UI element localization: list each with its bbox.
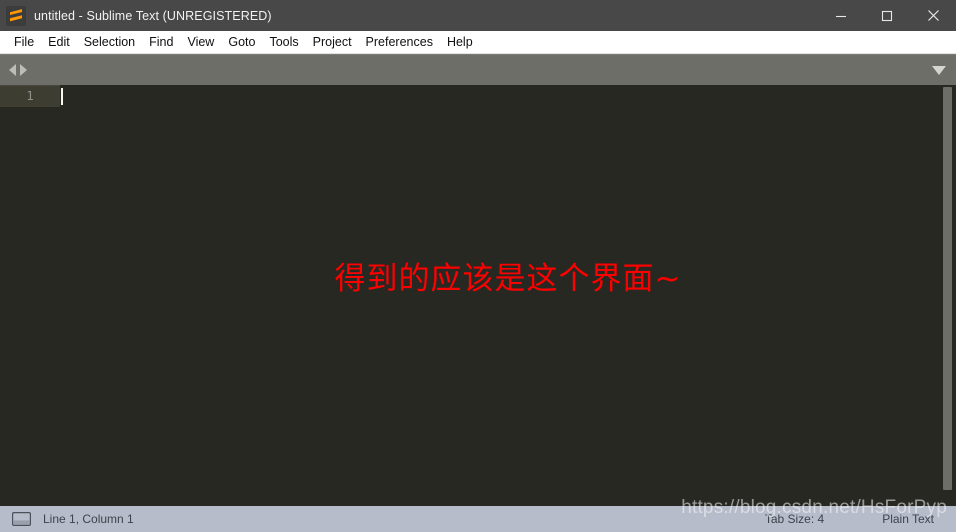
cursor-position-label: Line 1, Column 1 — [43, 512, 134, 526]
menu-item-tools[interactable]: Tools — [262, 32, 305, 53]
tab-list-button[interactable] — [932, 55, 946, 85]
menu-item-selection[interactable]: Selection — [77, 32, 142, 53]
window-title: untitled - Sublime Text (UNREGISTERED) — [34, 8, 272, 23]
title-bar: untitled - Sublime Text (UNREGISTERED) — [0, 0, 956, 31]
maximize-button[interactable] — [864, 0, 910, 31]
syntax-label[interactable]: Plain Text — [882, 512, 934, 526]
menu-item-file[interactable]: File — [7, 32, 41, 53]
status-bar: Line 1, Column 1 Tab Size: 4 Plain Text — [0, 506, 956, 532]
close-button[interactable] — [910, 0, 956, 31]
code-content[interactable]: 得到的应该是这个界面~ — [60, 85, 956, 506]
sublime-text-logo-icon — [6, 5, 26, 26]
line-number-gutter: 1 — [0, 85, 60, 506]
menu-item-view[interactable]: View — [180, 32, 221, 53]
menu-bar: File Edit Selection Find View Goto Tools… — [0, 31, 956, 54]
menu-item-project[interactable]: Project — [306, 32, 359, 53]
menu-item-goto[interactable]: Goto — [221, 32, 262, 53]
menu-item-preferences[interactable]: Preferences — [359, 32, 440, 53]
text-caret — [61, 88, 63, 105]
panel-toggle-icon[interactable] — [12, 512, 31, 526]
sublime-text-window: untitled - Sublime Text (UNREGISTERED) F… — [0, 0, 956, 532]
editor-area[interactable]: 1 得到的应该是这个界面~ — [0, 85, 956, 506]
tab-scroll-controls — [0, 64, 27, 76]
vertical-scrollbar[interactable] — [938, 85, 956, 506]
vertical-scrollbar-thumb[interactable] — [943, 87, 952, 490]
triangle-right-icon[interactable] — [20, 64, 27, 76]
menu-item-edit[interactable]: Edit — [41, 32, 77, 53]
status-bar-right: Tab Size: 4 Plain Text — [765, 506, 956, 532]
line-number: 1 — [26, 88, 34, 103]
triangle-left-icon[interactable] — [9, 64, 16, 76]
window-controls — [818, 0, 956, 31]
menu-item-help[interactable]: Help — [440, 32, 480, 53]
tab-size-label[interactable]: Tab Size: 4 — [765, 512, 824, 526]
menu-item-find[interactable]: Find — [142, 32, 180, 53]
chevron-down-icon — [932, 65, 946, 75]
tab-bar — [0, 54, 956, 85]
annotation-text: 得到的应该是这个界面~ — [334, 261, 682, 297]
minimize-button[interactable] — [818, 0, 864, 31]
